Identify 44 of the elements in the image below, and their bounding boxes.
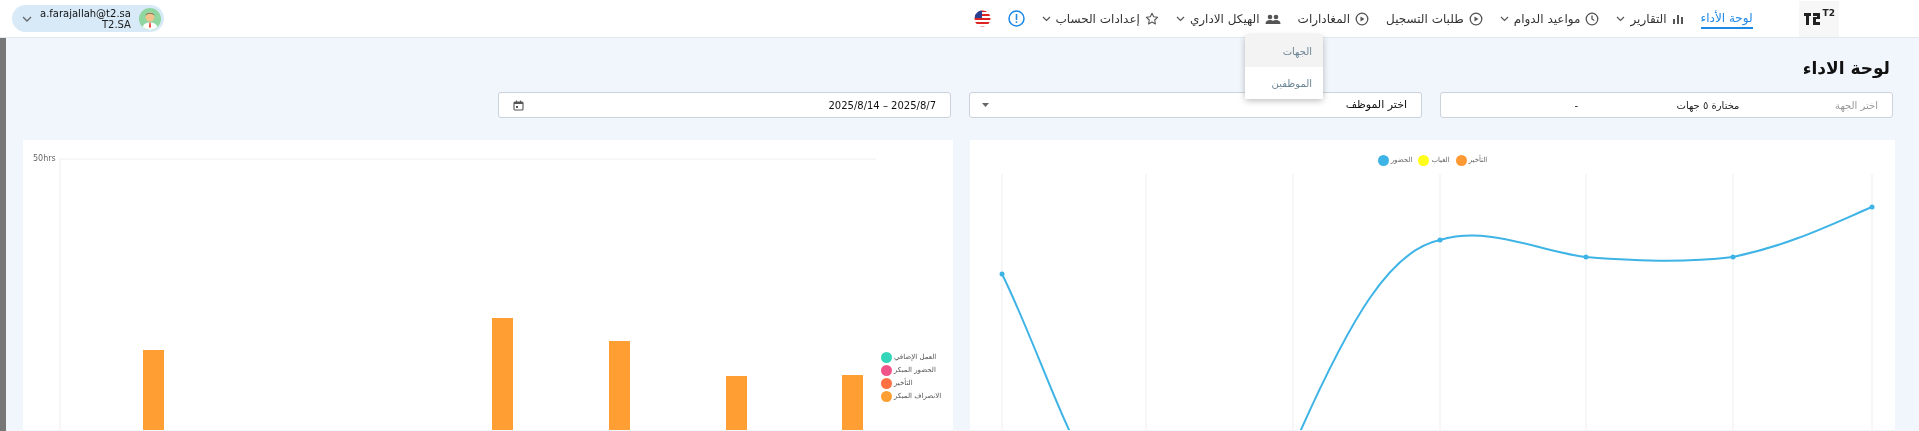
nav-link[interactable]: التقارير xyxy=(1616,8,1684,29)
placeholder-text: اختر الجهة xyxy=(1834,98,1878,113)
data-point xyxy=(1869,204,1875,210)
bar-chart-icon xyxy=(1671,12,1684,25)
data-point xyxy=(1730,254,1736,260)
selected-value: مختارة ٥ جهات xyxy=(1675,98,1741,113)
play-circle-icon xyxy=(1355,11,1370,26)
page-title: لوحة الاداء xyxy=(1802,57,1890,80)
chart-bar xyxy=(726,376,747,430)
chart-bar xyxy=(842,375,863,430)
caret-icon xyxy=(982,103,989,107)
user-organization: T2.SA xyxy=(101,18,131,30)
nav-link[interactable]: مواعيد الدوام xyxy=(1499,8,1600,29)
data-point xyxy=(1437,237,1443,243)
play-circle-icon xyxy=(1468,11,1483,26)
axis-label: 50hrs xyxy=(33,153,56,165)
separator-text: - xyxy=(1574,98,1578,113)
select-field[interactable]: اختر الجهة مختارة ٥ جهات - xyxy=(1440,92,1893,118)
calendar-icon xyxy=(513,99,524,111)
nav-link[interactable]: الهيكل الاداري xyxy=(1175,8,1281,29)
selected-value: اختر الموظف xyxy=(1345,96,1407,113)
select-field[interactable]: اختر الموظف xyxy=(969,92,1422,118)
info-icon[interactable] xyxy=(1007,10,1025,27)
data-point xyxy=(1583,254,1589,260)
data-point xyxy=(999,271,1005,277)
clock-icon xyxy=(1585,11,1600,26)
date-range-field[interactable]: 2025/8/14 – 2025/8/7 xyxy=(498,92,951,118)
date-range-value: 2025/8/14 – 2025/8/7 xyxy=(828,98,936,113)
people-icon xyxy=(1264,12,1281,25)
logo-mark-icon xyxy=(1802,11,1821,26)
logo[interactable]: T2 xyxy=(1798,0,1839,37)
logo-text: T2 xyxy=(1822,6,1835,20)
nav-link[interactable]: إعدادات الحساب xyxy=(1041,8,1159,29)
avatar-icon xyxy=(138,7,161,30)
caret-icon xyxy=(22,15,32,22)
nav-link[interactable]: لوحة الأداء xyxy=(1700,8,1753,29)
user-email: a.farajallah@t2.sa xyxy=(40,7,131,19)
menu-item[interactable]: الموظفين xyxy=(1245,67,1323,99)
nav-link[interactable]: طلبات التسجيل xyxy=(1386,8,1483,29)
flag-icon[interactable] xyxy=(973,10,991,27)
user-menu[interactable]: a.farajallah@t2.sa T2.SA xyxy=(12,5,164,32)
nav-link[interactable]: المغادارات xyxy=(1297,8,1370,29)
star-icon xyxy=(1144,11,1159,26)
menu-item[interactable]: الجهات xyxy=(1245,35,1323,67)
